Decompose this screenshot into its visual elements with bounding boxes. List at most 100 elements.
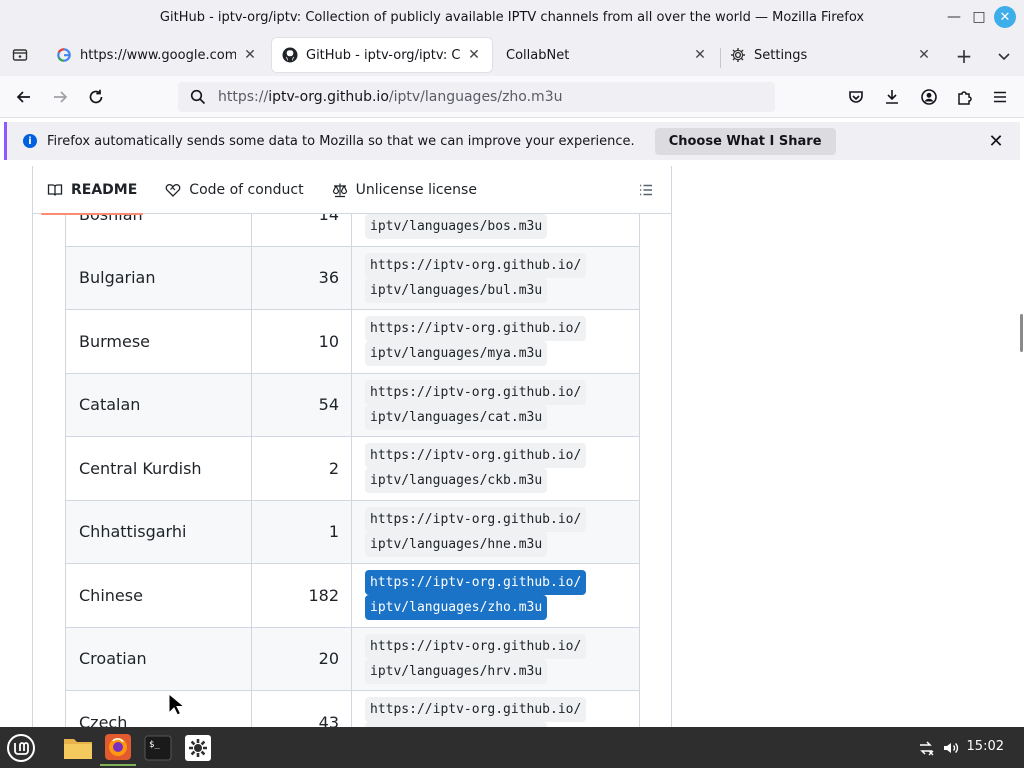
playlist-url-line2[interactable]: iptv/languages/hne.m3u — [365, 531, 548, 557]
terminal-icon[interactable]: $_ — [140, 730, 176, 766]
downloads-icon[interactable] — [879, 84, 905, 110]
table-row: Bulgarian 36 https://iptv-org.github.io/ip… — [65, 245, 640, 310]
page-content: Bosnian14https://iptv-org.github.io/iptv… — [0, 166, 1024, 727]
data-collection-notification: i Firefox automatically sends some data … — [4, 122, 1020, 160]
firefox-view-icon[interactable] — [10, 45, 30, 65]
table-row: Chhattisgarhi 1 https://iptv-org.github.io… — [65, 499, 640, 564]
close-notification-icon[interactable]: ✕ — [986, 131, 1006, 152]
playlist-url-cell[interactable]: https://iptv-org.github.io/iptv/language… — [351, 309, 640, 374]
tab-readme-label: README — [71, 181, 138, 198]
tab-code-of-conduct-label: Code of conduct — [189, 181, 304, 198]
scale-icon — [332, 182, 348, 198]
readme-tabs: README Code of conduct Unlicense license — [32, 166, 672, 215]
settings-icon[interactable] — [180, 730, 216, 766]
pocket-icon[interactable] — [843, 84, 869, 110]
playlist-url-line1[interactable]: https://iptv-org.github.io/ — [365, 443, 587, 469]
table-row: Croatian 20 https://iptv-org.github.io/ipt… — [65, 626, 640, 691]
tab-code-of-conduct[interactable]: Code of conduct — [151, 166, 317, 214]
playlist-url-line2[interactable]: iptv/languages/hrv.m3u — [365, 658, 548, 684]
playlist-url-line2[interactable]: iptv/languages/cat.m3u — [365, 404, 548, 430]
search-icon — [178, 89, 218, 105]
forward-arrow-icon[interactable] — [47, 84, 73, 110]
channel-count-cell: 10 — [251, 309, 352, 374]
language-cell: Croatian — [65, 626, 252, 691]
heart-handshake-icon — [165, 182, 181, 198]
language-cell: Chhattisgarhi — [65, 499, 252, 564]
playlist-url-line1[interactable]: https://iptv-org.github.io/ — [365, 697, 587, 723]
language-cell: Bulgarian — [65, 245, 252, 310]
github-icon — [282, 47, 298, 63]
playlist-url-line1[interactable]: https://iptv-org.github.io/ — [365, 506, 587, 532]
volume-icon[interactable] — [941, 738, 961, 758]
channel-count-cell: 182 — [251, 563, 352, 628]
close-window-icon[interactable]: ✕ — [994, 6, 1016, 28]
tab-readme[interactable]: README — [33, 166, 151, 215]
playlist-url-cell[interactable]: https://iptv-org.github.io/iptv/language… — [351, 436, 640, 501]
tab-google[interactable]: https://www.google.com/se ✕ — [46, 38, 268, 72]
language-cell: Central Kurdish — [65, 436, 252, 501]
url-scheme: https:// — [218, 89, 269, 105]
choose-what-i-share-button[interactable]: Choose What I Share — [654, 127, 836, 155]
tab-collabnet[interactable]: CollabNet ✕ — [496, 38, 718, 72]
language-cell: Burmese — [65, 309, 252, 374]
extensions-puzzle-icon[interactable] — [952, 84, 978, 110]
playlist-url-line2[interactable]: iptv/languages/ckb.m3u — [365, 468, 548, 494]
channel-count-cell: 43 — [251, 690, 352, 727]
tab-settings[interactable]: Settings ✕ — [720, 38, 942, 72]
playlist-url-line1[interactable]: https://iptv-org.github.io/ — [365, 379, 587, 405]
url-host: iptv-org.github.io — [268, 89, 389, 105]
start-menu-icon[interactable] — [3, 730, 39, 766]
playlist-url-line2[interactable]: iptv/languages/bul.m3u — [365, 277, 548, 303]
reload-icon[interactable] — [83, 84, 109, 110]
files-folder-icon[interactable] — [60, 730, 96, 766]
mouse-cursor-icon — [168, 692, 186, 717]
firefox-icon[interactable] — [100, 730, 136, 766]
playlist-url-cell[interactable]: https://iptv-org.github.io/iptv/language… — [351, 499, 640, 564]
tab-strip: https://www.google.com/se ✕ GitHub - ipt… — [0, 34, 1024, 76]
clock: 15:02 — [966, 739, 1004, 754]
close-tab-icon[interactable]: ✕ — [692, 47, 708, 63]
close-tab-icon[interactable]: ✕ — [916, 47, 932, 63]
close-tab-icon[interactable]: ✕ — [242, 47, 258, 63]
info-icon: i — [23, 134, 37, 148]
playlist-url-cell[interactable]: https://iptv-org.github.io/iptv/language… — [351, 372, 640, 437]
channel-count-cell: 36 — [251, 245, 352, 310]
new-tab-plus-icon[interactable]: + — [953, 44, 975, 68]
svg-text:$_: $_ — [149, 740, 160, 750]
hamburger-menu-icon[interactable] — [987, 84, 1013, 110]
table-row: Czech43https://iptv-org.github.io/iptv/l… — [65, 690, 640, 727]
address-bar[interactable]: https://iptv-org.github.io/iptv/language… — [178, 82, 775, 112]
close-tab-icon[interactable]: ✕ — [466, 47, 482, 63]
playlist-url-line1[interactable]: https://iptv-org.github.io/ — [365, 570, 587, 596]
url-text[interactable]: https://iptv-org.github.io/iptv/language… — [218, 89, 562, 105]
playlist-url-cell[interactable]: https://iptv-org.github.io/iptv/language… — [351, 690, 640, 727]
url-path: /iptv/languages/zho.m3u — [388, 89, 563, 105]
page-scrollbar-thumb[interactable] — [1020, 314, 1023, 352]
table-row: Central Kurdish 2 https://iptv-org.github.… — [65, 436, 640, 501]
tab-license[interactable]: Unlicense license — [318, 166, 491, 214]
playlist-url-line1[interactable]: https://iptv-org.github.io/ — [365, 252, 587, 278]
minimize-icon[interactable]: — — [943, 6, 965, 28]
channel-count-cell: 54 — [251, 372, 352, 437]
playlist-url-cell[interactable]: https://iptv-org.github.io/iptv/language… — [351, 626, 640, 691]
taskbar: $_ 15:02 — [0, 727, 1024, 768]
playlist-url-line2[interactable]: iptv/languages/bos.m3u — [365, 214, 548, 240]
list-all-tabs-chevron-icon[interactable] — [993, 45, 1015, 67]
window-titlebar: GitHub - iptv-org/iptv: Collection of pu… — [0, 0, 1024, 34]
network-icon[interactable] — [916, 738, 936, 758]
playlist-url-line1[interactable]: https://iptv-org.github.io/ — [365, 316, 587, 342]
playlist-url-line2[interactable]: iptv/languages/zho.m3u — [365, 595, 548, 621]
playlist-url-line2[interactable]: iptv/languages/mya.m3u — [365, 341, 548, 367]
maximize-icon[interactable]: □ — [968, 6, 990, 28]
outline-list-icon[interactable] — [637, 181, 655, 199]
language-cell: Czech — [65, 690, 252, 727]
account-icon[interactable] — [916, 84, 942, 110]
tab-github[interactable]: GitHub - iptv-org/iptv: Collec ✕ — [272, 38, 492, 72]
gear-icon — [730, 47, 746, 63]
tab-label: CollabNet — [506, 47, 570, 63]
playlist-url-line1[interactable]: https://iptv-org.github.io/ — [365, 633, 587, 659]
playlist-url-cell[interactable]: https://iptv-org.github.io/iptv/language… — [351, 563, 640, 628]
table-row: Catalan 54 https://iptv-org.github.io/iptv… — [65, 372, 640, 437]
back-arrow-icon[interactable] — [11, 84, 37, 110]
playlist-url-cell[interactable]: https://iptv-org.github.io/iptv/language… — [351, 245, 640, 310]
